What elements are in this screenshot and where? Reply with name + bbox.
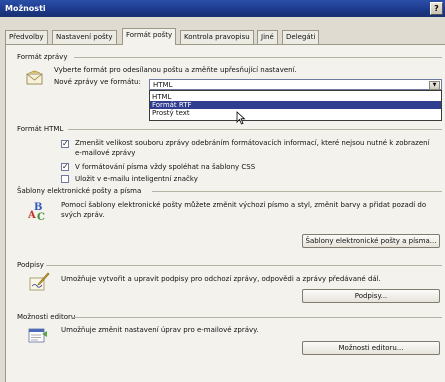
compose-format-select[interactable]: HTML ▼ [149, 79, 442, 90]
envelope-icon [26, 70, 43, 85]
editor-options-button[interactable]: Možnosti editoru... [302, 341, 440, 355]
message-format-description: Vyberte formát pro odesílanou poštu a zm… [54, 66, 297, 74]
editor-options-icon [28, 328, 47, 343]
editor-options-description: Umožňuje změnit nastavení úprav pro e-ma… [61, 326, 259, 334]
signature-pen-icon [29, 272, 50, 291]
stationery-heading: Šablony elektronické pošty a písma [17, 187, 142, 195]
compose-format-label: Nové zprávy ve formátu: [54, 78, 141, 86]
chevron-down-icon[interactable]: ▼ [429, 81, 440, 90]
signatures-button[interactable]: Podpisy... [302, 289, 440, 303]
reduce-size-label: Zmenšit velikost souboru zprávy odebrání… [75, 139, 430, 157]
message-format-heading: Formát zprávy [17, 53, 68, 61]
stationery-description: Pomocí šablony elektronické pošty můžete… [61, 201, 427, 219]
signatures-description: Umožňuje vytvořit a upravit podpisy pro … [61, 275, 381, 283]
section-divider [74, 57, 442, 58]
stationery-fonts-button[interactable]: Šablony elektronické pošty a písma... [302, 234, 440, 248]
smart-tags-checkbox[interactable] [61, 175, 69, 183]
svg-text:A: A [28, 210, 36, 221]
mail-format-panel: Formát zprávy Vyberte formát pro odesíla… [5, 44, 445, 382]
compose-format-value: HTML [153, 81, 173, 89]
section-divider [152, 191, 442, 192]
format-option-html[interactable]: HTML [150, 93, 441, 101]
format-option-rtf[interactable]: Formát RTF [150, 101, 441, 109]
editor-options-heading: Možnosti editoru [17, 313, 76, 321]
reduce-size-checkbox[interactable]: ✓ [61, 140, 69, 148]
tab-mail-setup[interactable]: Nastavení pošty [52, 30, 117, 44]
dialog-titlebar: Možnosti ? [0, 0, 445, 17]
section-divider [71, 317, 442, 318]
dialog-title: Možnosti [5, 4, 46, 13]
signatures-heading: Podpisy [17, 261, 44, 269]
tab-spelling[interactable]: Kontrola pravopisu [180, 30, 254, 44]
section-divider [46, 265, 442, 266]
rely-css-label: V formátování písma vždy spoléhat na šab… [75, 163, 256, 171]
section-divider [68, 129, 442, 130]
tab-preferences[interactable]: Předvolby [5, 30, 48, 44]
compose-format-dropdown: HTML Formát RTF Prostý text [149, 90, 442, 121]
tab-other[interactable]: Jiné [257, 30, 278, 44]
mouse-cursor-icon [236, 111, 246, 125]
tab-delegates[interactable]: Delegáti [282, 30, 320, 44]
help-button[interactable]: ? [430, 2, 443, 15]
stationery-abc-icon: B A C [28, 202, 45, 221]
svg-text:C: C [37, 212, 45, 221]
tab-mail-format[interactable]: Formát pošty [122, 28, 177, 45]
smart-tags-label: Uložit v e-mailu inteligentní značky [75, 175, 198, 183]
html-format-heading: Formát HTML [17, 125, 64, 133]
rely-css-checkbox[interactable]: ✓ [61, 163, 69, 171]
format-option-plain-text[interactable]: Prostý text [150, 109, 441, 117]
